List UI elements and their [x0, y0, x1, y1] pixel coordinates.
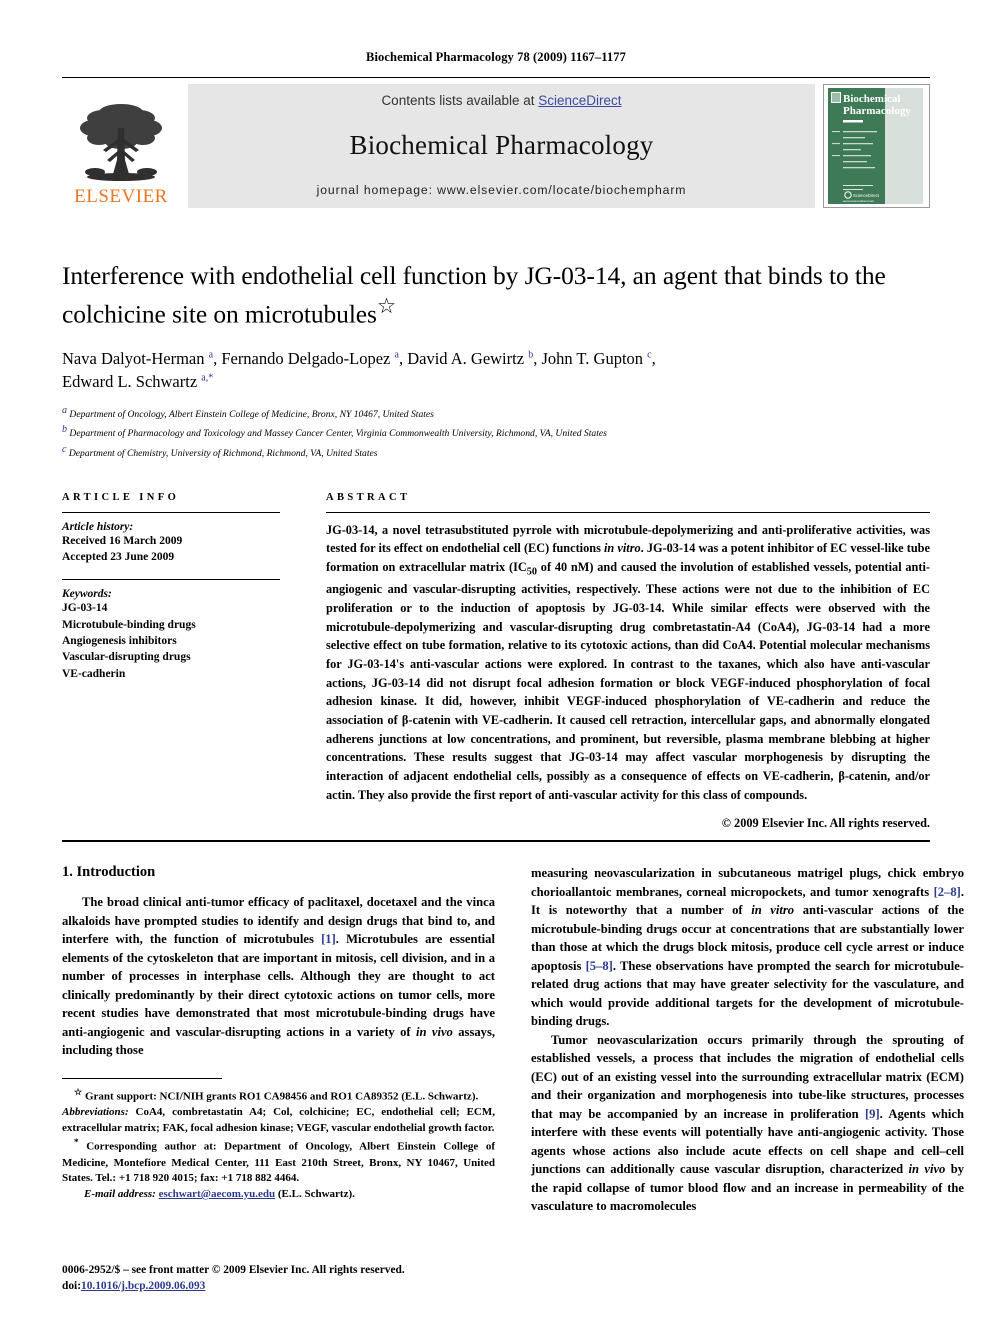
footnote-grant: ☆ Grant support: NCI/NIH grants RO1 CA98… [74, 1086, 479, 1103]
journal-banner-center: Contents lists available at ScienceDirec… [188, 84, 815, 208]
footnote-grant-text: Grant support: NCI/NIH grants RO1 CA9845… [84, 1090, 479, 1103]
body-column-left: 1. Introduction The broad clinical anti-… [62, 864, 495, 1216]
intro-paragraph-1-left: The broad clinical anti-tumor efficacy o… [62, 895, 495, 1058]
affiliation-c-text: Department of Chemistry, University of R… [68, 448, 378, 460]
article-title: Interference with endothelial cell funct… [62, 260, 930, 331]
email-suffix: (E.L. Schwartz). [277, 1187, 355, 1200]
citation-ref[interactable]: [1] [321, 932, 336, 946]
svg-text:ScienceDirect: ScienceDirect [853, 193, 880, 198]
body-columns: 1. Introduction The broad clinical anti-… [62, 864, 964, 1216]
info-abstract-row: ARTICLE INFO Article history: Received 1… [62, 492, 930, 832]
citation-ref[interactable]: [9] [865, 1107, 880, 1121]
title-footnote-marker: ☆ [376, 293, 396, 318]
intro-paragraph-2-right: Tumor neovascularization occurs primaril… [531, 1032, 964, 1214]
keywords-rule [62, 579, 280, 581]
author-line-1: Nava Dalyot-Herman a, Fernando Delgado-L… [62, 348, 656, 368]
abstract-column: ABSTRACT JG-03-14, a novel tetrasubstitu… [326, 492, 930, 832]
abstract-heading: ABSTRACT [326, 491, 411, 503]
abstract-bottom-rule [62, 840, 930, 843]
svg-text:www.sciencedirect.com: www.sciencedirect.com [843, 199, 875, 203]
page-footer: 0006-2952/$ – see front matter © 2009 El… [62, 1262, 405, 1295]
journal-homepage-line[interactable]: journal homepage: www.elsevier.com/locat… [317, 183, 687, 197]
journal-cover-image: Biochemical Pharmacology ScienceDirect w… [824, 85, 927, 207]
article-info-heading: ARTICLE INFO [62, 491, 180, 503]
header-rule [62, 77, 930, 78]
author-line-2: Edward L. Schwartz a,* [62, 372, 214, 392]
svg-text:Pharmacology: Pharmacology [843, 105, 911, 117]
email-label: E-mail address: [84, 1187, 156, 1200]
svg-text:Biochemical: Biochemical [843, 93, 900, 105]
introduction-heading: 1. Introduction [62, 864, 156, 881]
footnote-rule [62, 1077, 222, 1086]
affiliation-c: c Department of Chemistry, University of… [62, 444, 378, 460]
email-link[interactable]: eschwart@aecom.yu.edu [159, 1188, 276, 1200]
elsevier-tree-icon [80, 104, 162, 181]
doi-line: doi:10.1016/j.bcp.2009.06.093 [62, 1278, 405, 1295]
journal-article-page: Biochemical Pharmacology 78 (2009) 1167–… [0, 0, 992, 1323]
affiliation-a-text: Department of Oncology, Albert Einstein … [69, 408, 434, 420]
abstract-copyright: © 2009 Elsevier Inc. All rights reserved… [721, 816, 930, 831]
citation-ref[interactable]: [5–8] [586, 959, 613, 973]
article-history-label: Article history: [62, 520, 134, 533]
elsevier-logo: ELSEVIER [62, 84, 180, 208]
author-list: Nava Dalyot-Herman a, Fernando Delgado-L… [62, 347, 930, 394]
citation-ref[interactable]: [2–8] [934, 885, 961, 899]
elsevier-wordmark: ELSEVIER [74, 186, 168, 207]
keyword-item: Microtubule-binding drugs [62, 618, 196, 631]
abbreviations-label: Abbreviations: [62, 1106, 129, 1119]
article-info-rule [62, 511, 280, 513]
title-block: Interference with endothelial cell funct… [62, 260, 930, 462]
intro-paragraph-1-right: measuring neovascularization in subcutan… [531, 866, 964, 1029]
contents-available-line: Contents lists available at ScienceDirec… [381, 93, 621, 108]
sciencedirect-link[interactable]: ScienceDirect [538, 93, 621, 108]
affiliation-b: b Department of Pharmacology and Toxicol… [62, 424, 607, 440]
journal-cover-thumbnail: Biochemical Pharmacology ScienceDirect w… [823, 84, 930, 208]
corresponding-author-text: Corresponding author at: Department of O… [62, 1141, 496, 1185]
article-title-text: Interference with endothelial cell funct… [62, 261, 886, 329]
footnote-abbreviations: Abbreviations: CoA4, combretastatin A4; … [62, 1105, 495, 1136]
accepted-date: Accepted 23 June 2009 [62, 551, 175, 564]
body-column-right: measuring neovascularization in subcutan… [531, 864, 964, 1216]
doi-link[interactable]: 10.1016/j.bcp.2009.06.093 [81, 1280, 205, 1292]
running-head: Biochemical Pharmacology 78 (2009) 1167–… [366, 50, 626, 64]
issn-line: 0006-2952/$ – see front matter © 2009 El… [62, 1263, 405, 1276]
keyword-item: Vascular-disrupting drugs [62, 651, 191, 664]
affiliation-list: a Department of Oncology, Albert Einstei… [62, 403, 930, 462]
article-info-column: ARTICLE INFO Article history: Received 1… [62, 492, 280, 832]
abstract-text: JG-03-14, a novel tetrasubstituted pyrro… [326, 522, 931, 802]
footnote-corresponding-author: * Corresponding author at: Department of… [62, 1137, 496, 1185]
journal-banner: ELSEVIER Contents lists available at Sci… [62, 84, 930, 208]
doi-label: doi: [62, 1280, 81, 1293]
affiliation-b-text: Department of Pharmacology and Toxicolog… [69, 428, 607, 440]
abstract-rule [326, 511, 930, 513]
affiliation-a: a Department of Oncology, Albert Einstei… [62, 404, 434, 420]
journal-title: Biochemical Pharmacology [349, 130, 654, 160]
footnote-email: E-mail address: eschwart@aecom.yu.edu (E… [62, 1187, 495, 1203]
keyword-item: VE-cadherin [62, 667, 126, 680]
contents-prefix: Contents lists available at [381, 93, 539, 108]
keyword-item: JG-03-14 [62, 602, 108, 615]
received-date: Received 16 March 2009 [62, 534, 183, 547]
keywords-label: Keywords: [62, 588, 112, 601]
keyword-item: Angiogenesis inhibitors [62, 635, 177, 648]
